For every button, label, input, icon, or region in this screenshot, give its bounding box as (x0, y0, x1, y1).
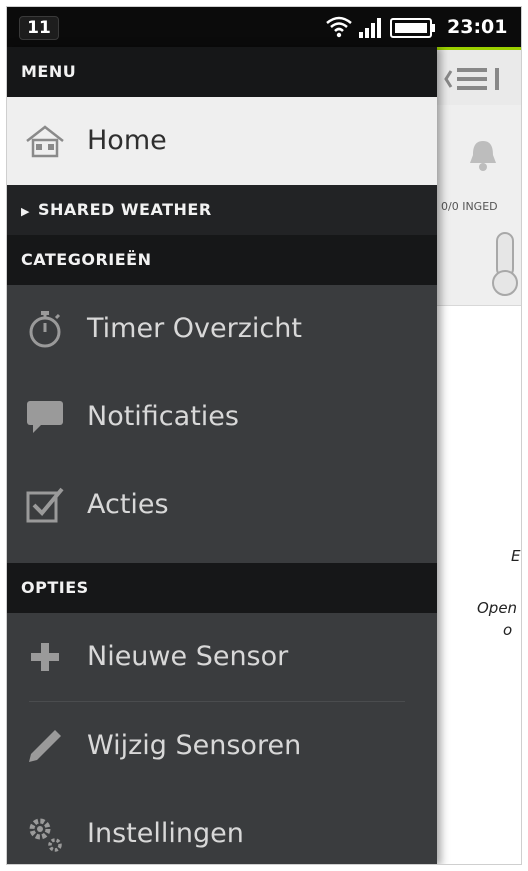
drawer-item-label: Nieuwe Sensor (87, 641, 289, 672)
background-sensor-card: 0/0 INGED (437, 105, 521, 306)
status-bar: 11 23:01 (7, 7, 521, 47)
drawer-item-label: Home (87, 125, 167, 156)
drawer-item-instellingen[interactable]: Instellingen (7, 790, 437, 864)
screen: 11 23:01 0/0 INGED E Open o MENU Home ▶ … (6, 6, 522, 865)
notification-count-badge: 11 (19, 16, 59, 40)
drawer-item-label: Timer Overzicht (87, 313, 302, 344)
background-text-secondary: Open o (477, 599, 518, 639)
drawer-item-wijzig-sensoren[interactable]: Wijzig Sensoren (7, 702, 437, 790)
navigation-drawer: MENU Home ▶ SHARED WEATHER CATEGORIEËN T… (7, 47, 437, 864)
signal-icon (359, 18, 381, 38)
pencil-icon (29, 730, 61, 762)
stopwatch-icon (29, 311, 61, 348)
drawer-item-notificaties[interactable]: Notificaties (7, 373, 437, 461)
sensor-status-text: 0/0 INGED (441, 200, 498, 213)
drawer-item-label: Wijzig Sensoren (87, 730, 302, 761)
wifi-icon (326, 16, 352, 38)
speech-bubble-icon (27, 401, 63, 433)
house-icon (26, 125, 64, 158)
gears-icon (29, 818, 62, 852)
drawer-item-timer-overzicht[interactable]: Timer Overzicht (7, 285, 437, 373)
clock: 23:01 (447, 16, 508, 38)
battery-icon (390, 18, 435, 38)
background-app: 0/0 INGED Ei Open o (437, 47, 521, 864)
drawer-item-label: Instellingen (87, 818, 244, 849)
shared-weather-toggle[interactable]: ▶ SHARED WEATHER (7, 185, 437, 235)
section-header-categories: CATEGORIEËN (7, 235, 437, 285)
section-header-menu: MENU (7, 47, 437, 97)
drawer-item-acties[interactable]: Acties (7, 461, 437, 549)
plus-icon (31, 643, 59, 671)
shared-weather-label: SHARED WEATHER (37, 200, 212, 219)
drawer-item-label: Notificaties (87, 401, 239, 432)
section-header-options: OPTIES (7, 563, 437, 613)
menu-toggle-icon[interactable] (443, 59, 503, 99)
status-icons (326, 16, 435, 38)
checkbox-icon (26, 487, 64, 523)
drawer-item-home[interactable]: Home (7, 97, 437, 185)
background-text: Ei (511, 547, 521, 565)
background-toolbar (437, 47, 521, 105)
bell-icon (470, 141, 496, 171)
thermometer-icon (492, 232, 518, 296)
triangle-right-icon: ▶ (21, 205, 30, 218)
drawer-item-nieuwe-sensor[interactable]: Nieuwe Sensor (7, 613, 437, 701)
drawer-item-label: Acties (87, 489, 169, 520)
